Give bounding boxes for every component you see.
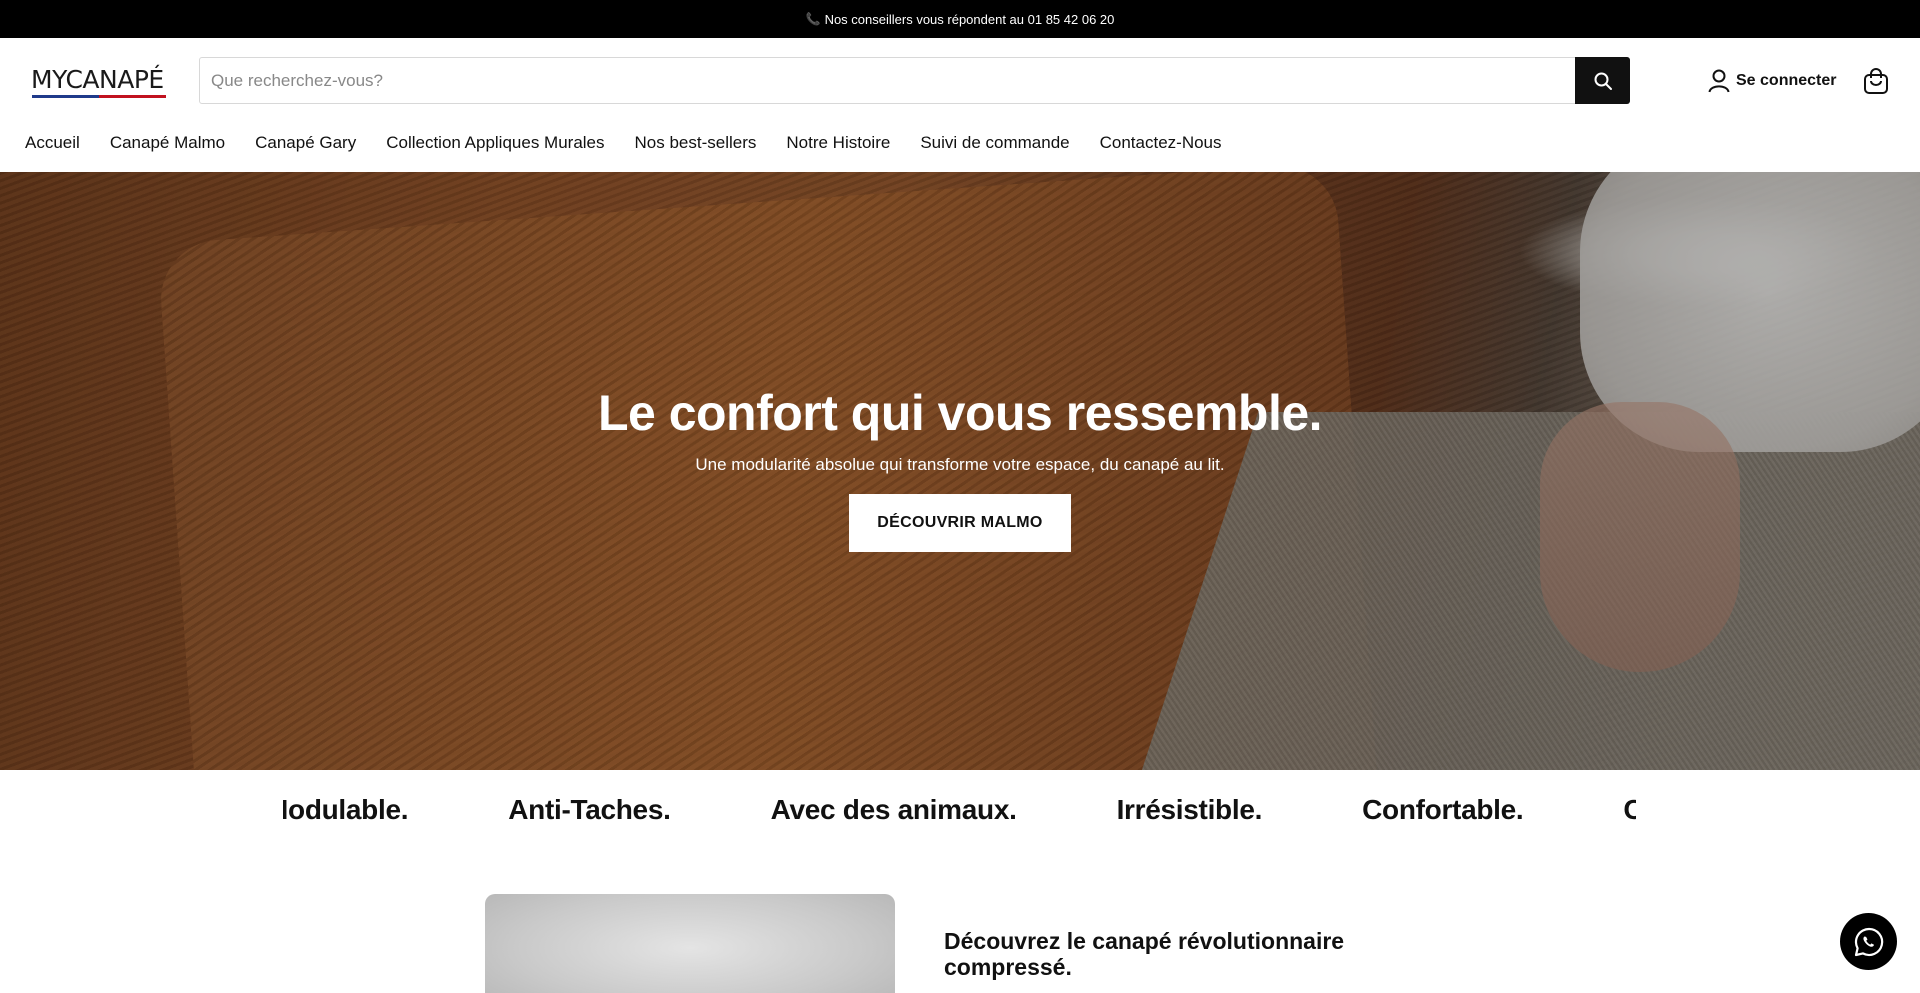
feature-marquee: Modulable. Anti-Taches. Avec des animaux… (283, 794, 1636, 834)
marquee-item: Avec des animaux. (770, 794, 1017, 825)
site-header: MYCANAPÉ Se connecter Accueil Canapé Mal… (0, 38, 1920, 162)
login-link[interactable]: Se connecter (1708, 68, 1836, 94)
announcement-text: Nos conseillers vous répondent au 01 85 … (824, 11, 1115, 27)
nav-item-notre-histoire[interactable]: Notre Histoire (786, 133, 890, 153)
logo-underline (32, 95, 166, 98)
logo[interactable]: MYCANAPÉ (31, 67, 171, 99)
phone-icon: 📞 (805, 12, 821, 26)
marquee-item: C (1623, 794, 1636, 825)
promo-image (485, 894, 895, 993)
hero-subtitle: Une modularité absolue qui transforme vo… (695, 455, 1225, 474)
nav-item-canape-malmo[interactable]: Canapé Malmo (110, 133, 225, 153)
nav-item-appliques-murales[interactable]: Collection Appliques Murales (386, 133, 604, 153)
announcement-bar: 📞 Nos conseillers vous répondent au 01 8… (0, 0, 1920, 38)
nav-item-suivi-commande[interactable]: Suivi de commande (920, 133, 1069, 153)
marquee-item: Irrésistible. (1116, 794, 1263, 825)
main-nav: Accueil Canapé Malmo Canapé Gary Collect… (25, 133, 1252, 153)
search-input[interactable] (200, 58, 1576, 103)
cart-button[interactable] (1862, 67, 1890, 95)
search-icon (1594, 72, 1612, 90)
whatsapp-icon (1854, 927, 1883, 956)
marquee-track: Modulable. Anti-Taches. Avec des animaux… (283, 794, 1636, 826)
promo-title: Découvrez le canapé révolutionnaire comp… (944, 928, 1345, 980)
marquee-item: Modulable. (283, 794, 409, 825)
nav-item-contact[interactable]: Contactez-Nous (1100, 133, 1222, 153)
logo-text: MYCANAPÉ (31, 65, 164, 94)
search-button[interactable] (1575, 57, 1630, 104)
nav-item-accueil[interactable]: Accueil (25, 133, 80, 153)
user-icon (1708, 69, 1730, 93)
marquee-item: Anti-Taches. (508, 794, 671, 825)
nav-item-canape-gary[interactable]: Canapé Gary (255, 133, 356, 153)
whatsapp-chat-button[interactable] (1840, 913, 1897, 970)
login-label: Se connecter (1736, 72, 1837, 89)
shopping-bag-icon (1864, 68, 1888, 94)
discover-malmo-button[interactable]: DÉCOUVRIR MALMO (849, 494, 1071, 552)
marquee-item: Confortable. (1362, 794, 1524, 825)
hero-banner: Le confort qui vous ressemble. Une modul… (0, 172, 1920, 770)
hero-title: Le confort qui vous ressemble. (597, 385, 1323, 441)
search-bar (199, 57, 1630, 104)
nav-item-best-sellers[interactable]: Nos best-sellers (635, 133, 757, 153)
hero-content: Le confort qui vous ressemble. Une modul… (0, 172, 1920, 770)
